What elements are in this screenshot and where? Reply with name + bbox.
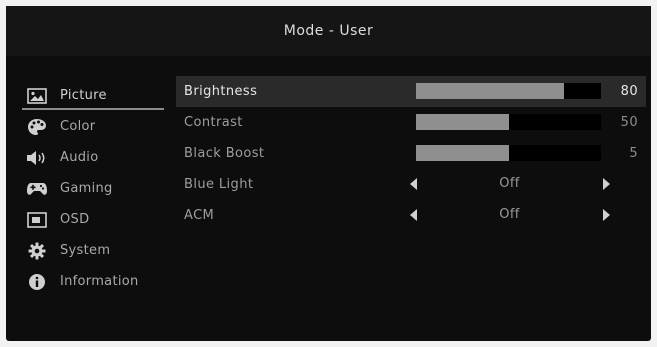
sidebar-item-label: Picture [60, 88, 107, 103]
speaker-icon [26, 149, 48, 167]
setting-row-contrast[interactable]: Contrast 50 [176, 107, 646, 138]
mode-title: Mode - User [6, 6, 651, 56]
setting-row-blue-light[interactable]: Blue Light Off [176, 169, 646, 200]
sidebar-item-label: Audio [60, 150, 99, 165]
sidebar-item-picture[interactable]: Picture [22, 80, 164, 111]
brightness-slider[interactable] [416, 83, 601, 99]
setting-value: 50 [620, 115, 638, 130]
picture-icon [26, 87, 48, 105]
arrow-left-icon[interactable] [410, 178, 417, 190]
setting-label: Black Boost [184, 146, 265, 161]
osd-icon [26, 211, 48, 229]
palette-icon [26, 118, 48, 136]
arrow-left-icon[interactable] [410, 209, 417, 221]
settings-panel: Brightness 80 Contrast 50 Black Boost 5 … [176, 76, 646, 231]
setting-value: Off [499, 207, 520, 222]
sidebar: Picture Color Audio Gaming OSD System In… [22, 80, 164, 297]
sidebar-item-information[interactable]: Information [22, 266, 164, 297]
setting-value: 80 [620, 84, 638, 99]
info-icon [26, 273, 48, 291]
gear-icon [26, 242, 48, 260]
slider-fill [416, 145, 509, 161]
setting-value: Off [499, 176, 520, 191]
black-boost-slider[interactable] [416, 145, 601, 161]
slider-fill [416, 83, 564, 99]
sidebar-item-audio[interactable]: Audio [22, 142, 164, 173]
sidebar-item-label: System [60, 243, 111, 258]
sidebar-item-label: OSD [60, 212, 90, 227]
slider-fill [416, 114, 509, 130]
setting-row-brightness[interactable]: Brightness 80 [176, 76, 646, 107]
sidebar-item-label: Gaming [60, 181, 113, 196]
sidebar-item-gaming[interactable]: Gaming [22, 173, 164, 204]
setting-row-black-boost[interactable]: Black Boost 5 [176, 138, 646, 169]
sidebar-item-color[interactable]: Color [22, 111, 164, 142]
sidebar-item-osd[interactable]: OSD [22, 204, 164, 235]
gamepad-icon [26, 180, 48, 198]
sidebar-item-label: Color [60, 119, 96, 134]
sidebar-item-system[interactable]: System [22, 235, 164, 266]
setting-label: Brightness [184, 84, 258, 99]
arrow-right-icon[interactable] [603, 178, 610, 190]
arrow-right-icon[interactable] [603, 209, 610, 221]
contrast-slider[interactable] [416, 114, 601, 130]
setting-label: ACM [184, 208, 215, 223]
osd-menu: Mode - User Picture Color Audio Gaming O… [6, 6, 651, 341]
setting-value: 5 [629, 146, 638, 161]
setting-row-acm[interactable]: ACM Off [176, 200, 646, 231]
setting-label: Contrast [184, 115, 243, 130]
sidebar-item-label: Information [60, 274, 139, 289]
setting-label: Blue Light [184, 177, 254, 192]
